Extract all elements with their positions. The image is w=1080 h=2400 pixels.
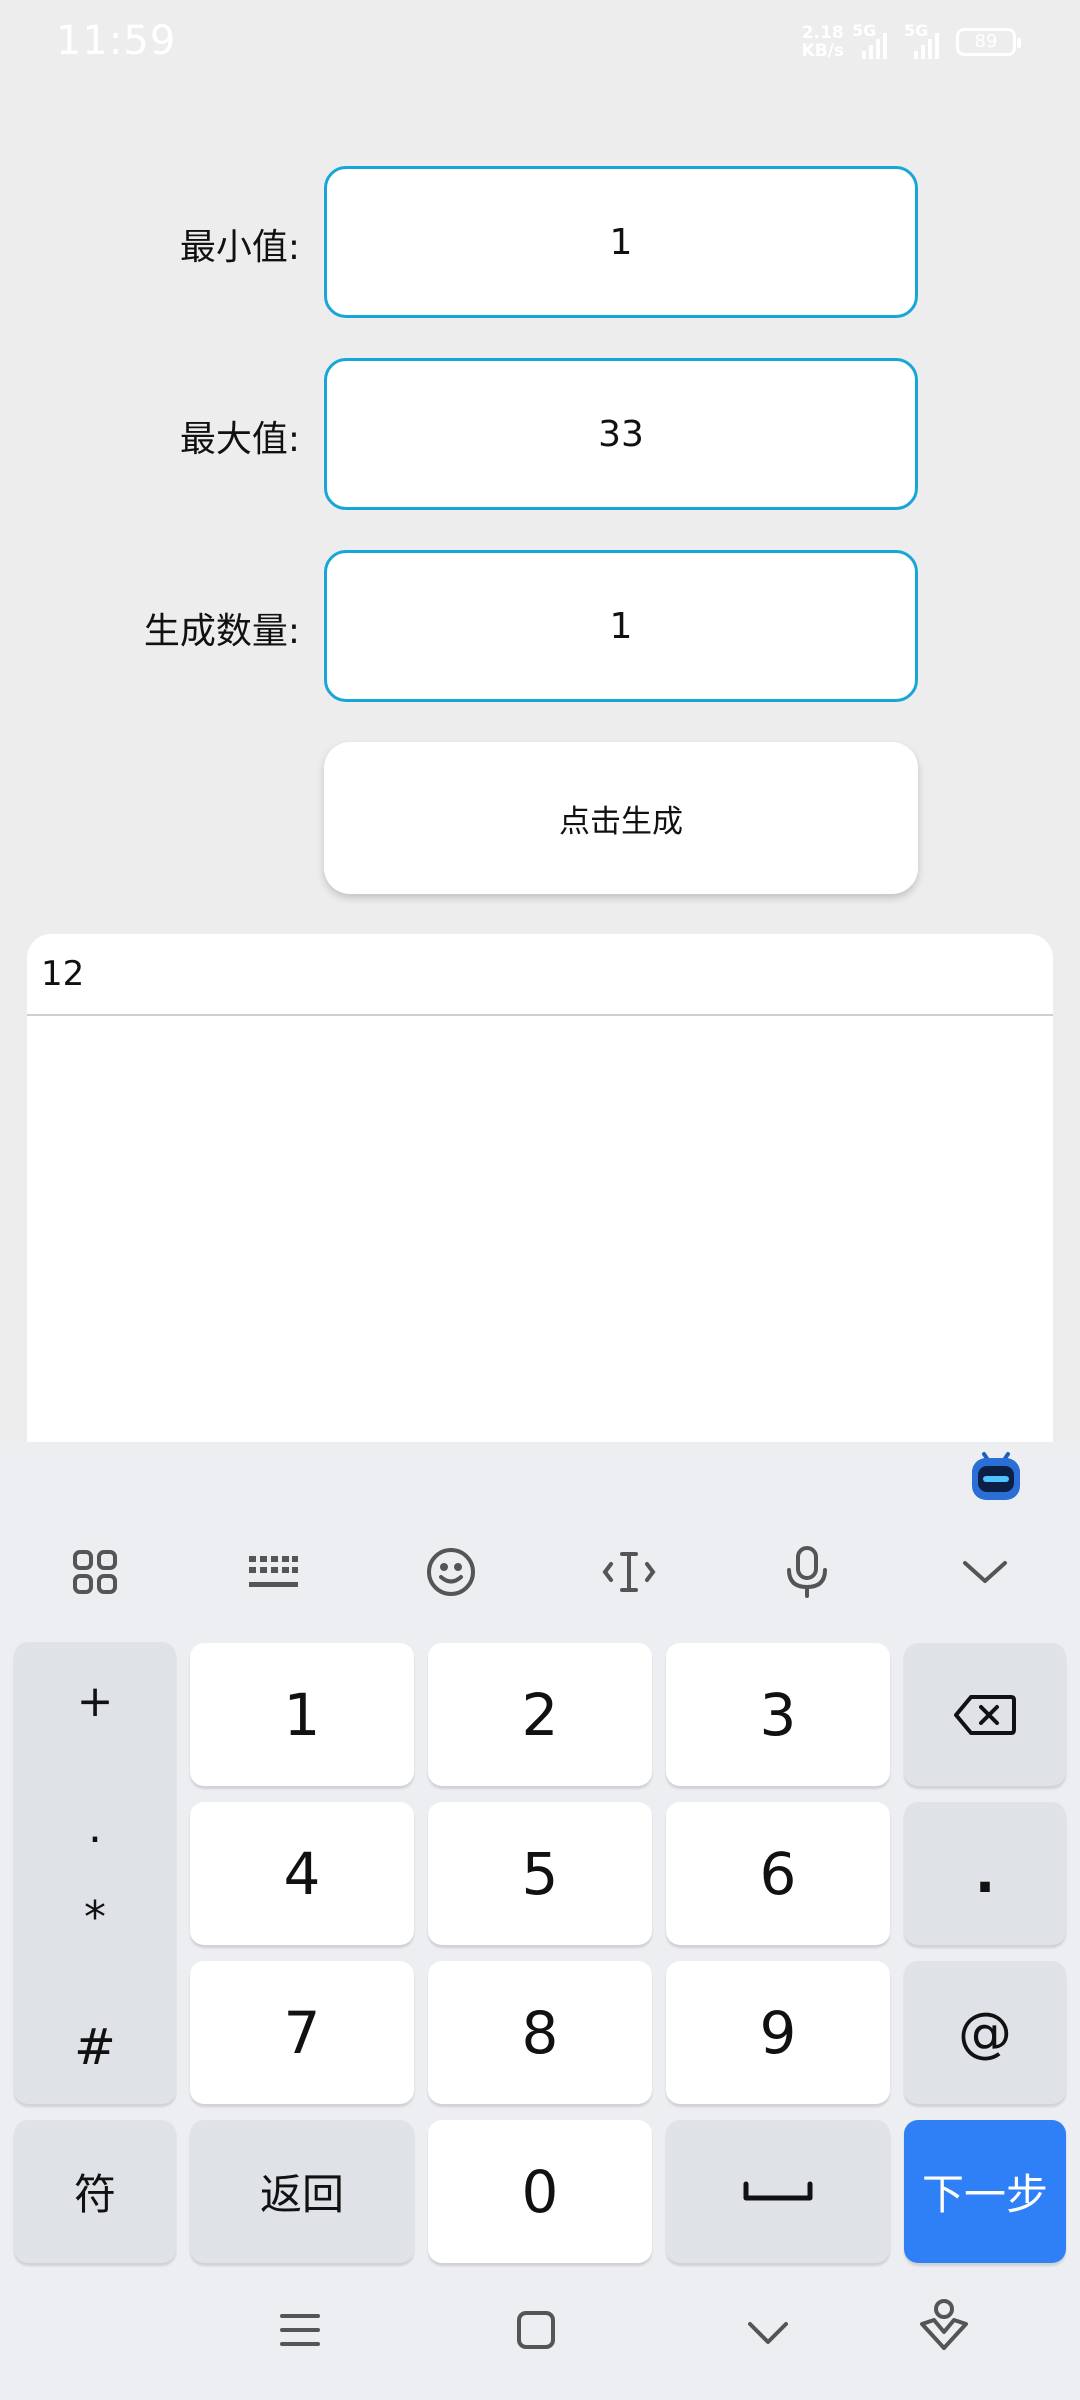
key-3[interactable]: 3 <box>666 1643 890 1786</box>
key-4[interactable]: 4 <box>190 1802 414 1945</box>
max-value-input[interactable]: 33 <box>324 358 918 510</box>
symbol-column-key[interactable]: + . * # <box>14 1642 176 2104</box>
network-speed: 2.18 KB/s <box>802 24 844 60</box>
emoji-icon[interactable] <box>416 1530 486 1614</box>
key-8[interactable]: 8 <box>428 1961 652 2104</box>
microphone-icon[interactable] <box>772 1530 842 1614</box>
symbol-asterisk[interactable]: * <box>14 1892 176 1943</box>
network-type-label: 5G <box>852 21 877 40</box>
dot-key[interactable]: . <box>904 1802 1066 1945</box>
symbols-key[interactable]: 符 <box>14 2120 176 2263</box>
status-indicators: 2.18 KB/s 5G 5G 89 <box>802 21 1021 60</box>
hide-keyboard-icon[interactable] <box>746 2318 790 2352</box>
key-6[interactable]: 6 <box>666 1802 890 1945</box>
max-value-label: 最大值: <box>179 419 300 460</box>
status-bar: 11:59 2.18 KB/s 5G 5G 89 <box>0 0 1080 90</box>
home-icon[interactable] <box>514 2308 558 2356</box>
key-5[interactable]: 5 <box>428 1802 652 1945</box>
keyboard-toolbar <box>0 1530 1080 1614</box>
generate-button[interactable]: 点击生成 <box>324 742 918 894</box>
space-icon <box>743 2181 813 2200</box>
key-0[interactable]: 0 <box>428 2120 652 2263</box>
backspace-key[interactable] <box>904 1643 1066 1786</box>
text-cursor-icon[interactable] <box>594 1530 664 1614</box>
signal-icon-2: 5G <box>904 21 948 59</box>
assistant-person-icon[interactable] <box>918 2296 970 2360</box>
min-value-label: 最小值: <box>179 227 300 268</box>
network-type-label-2: 5G <box>904 21 929 40</box>
result-panel: 12 <box>27 934 1053 1454</box>
at-key[interactable]: @ <box>904 1961 1066 2104</box>
count-input[interactable]: 1 <box>324 550 918 702</box>
menu-icon[interactable] <box>276 2308 324 2356</box>
symbol-hash[interactable]: # <box>14 2018 176 2076</box>
key-9[interactable]: 9 <box>666 1961 890 2104</box>
navigation-bar <box>0 2290 1080 2400</box>
apps-grid-icon[interactable] <box>60 1530 130 1614</box>
symbol-dot[interactable]: . <box>14 1802 176 1853</box>
assistant-robot-icon[interactable] <box>966 1446 1026 1506</box>
result-output[interactable]: 12 <box>27 934 1053 1016</box>
symbol-plus[interactable]: + <box>14 1676 176 1727</box>
back-key[interactable]: 返回 <box>190 2120 414 2263</box>
keyboard-icon[interactable] <box>238 1530 308 1614</box>
signal-icon: 5G <box>852 21 896 59</box>
battery-icon: 89 <box>956 28 1021 56</box>
min-value-input[interactable]: 1 <box>324 166 918 318</box>
network-speed-unit: KB/s <box>801 41 844 61</box>
next-step-key[interactable]: 下一步 <box>904 2120 1066 2263</box>
collapse-chevron-icon[interactable] <box>950 1530 1020 1614</box>
space-key[interactable] <box>666 2120 890 2263</box>
key-1[interactable]: 1 <box>190 1643 414 1786</box>
key-7[interactable]: 7 <box>190 1961 414 2104</box>
status-time: 11:59 <box>56 18 177 64</box>
backspace-icon <box>954 1694 1016 1735</box>
count-label: 生成数量: <box>143 611 300 652</box>
network-speed-value: 2.18 <box>801 23 844 43</box>
key-2[interactable]: 2 <box>428 1643 652 1786</box>
